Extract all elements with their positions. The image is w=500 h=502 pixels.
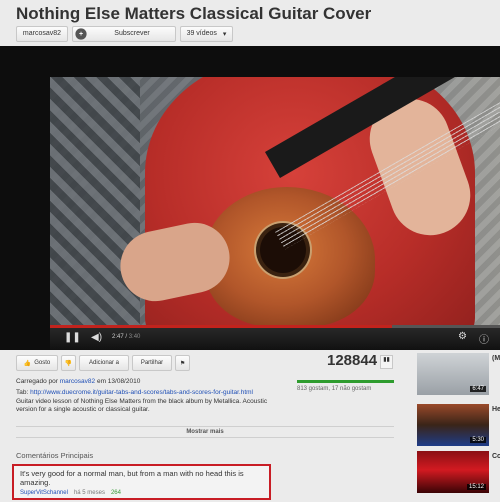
- show-more-button[interactable]: Mostrar mais: [16, 426, 394, 438]
- flag-button[interactable]: ⚑: [175, 355, 190, 371]
- current-time: 2:47: [112, 334, 124, 340]
- tab-line: Tab: http://www.duecrome.it/guitar-tabs-…: [16, 389, 286, 397]
- related-video-title[interactable]: Co Za: [492, 453, 500, 460]
- comment-text: It's very good for a normal man, but fro…: [20, 469, 244, 487]
- video-player[interactable]: [0, 46, 500, 350]
- share-button[interactable]: Partilhar: [132, 355, 172, 371]
- time-display: 2:47 / 3:40: [112, 334, 141, 340]
- flag-icon: ⚑: [179, 360, 186, 367]
- related-video-title[interactable]: He: [492, 406, 500, 413]
- comment-votes: 264: [110, 490, 121, 496]
- view-count: 128844: [327, 352, 378, 369]
- thumbs-up-icon: 👍: [23, 360, 32, 367]
- pause-icon[interactable]: ❚❚: [64, 332, 81, 343]
- uploader-link[interactable]: marcosav82: [60, 378, 95, 385]
- stats-icon[interactable]: ▮▮: [380, 355, 393, 369]
- thumbs-down-icon: 👎: [64, 360, 73, 367]
- duration-time: 3:40: [128, 334, 141, 340]
- comments-heading: Comentários Principais: [16, 451, 94, 460]
- video-description: Carregado por marcosav82 em 13/08/2010 T…: [16, 378, 286, 424]
- comment-meta: SuperVitSchannel há 5 meses 264: [20, 490, 263, 496]
- video-duration: 6:47: [470, 386, 486, 392]
- progress-fill: [50, 325, 392, 328]
- upload-date: em 13/08/2010: [96, 378, 141, 385]
- like-label: Gosto: [34, 360, 51, 366]
- comment-age: há 5 meses: [73, 490, 105, 496]
- info-icon[interactable]: ⓘ: [479, 331, 489, 346]
- upload-prefix: Carregado por: [16, 378, 58, 385]
- video-duration: 5:30: [470, 437, 486, 443]
- upload-info: Carregado por marcosav82 em 13/08/2010: [16, 378, 286, 386]
- video-title: Nothing Else Matters Classical Guitar Co…: [16, 4, 372, 23]
- plus-icon: +: [75, 27, 87, 40]
- volume-icon[interactable]: ◀): [91, 332, 102, 343]
- progress-bar[interactable]: [50, 325, 500, 328]
- add-to-label: Adicionar a: [88, 360, 120, 366]
- video-frame[interactable]: [50, 77, 500, 325]
- like-button[interactable]: 👍 Gosto: [16, 355, 58, 371]
- likes-text: 813 gostam, 17 não gostam: [297, 386, 372, 392]
- action-bar: 👍 Gosto 👎 Adicionar a Partilhar ⚑: [16, 355, 190, 371]
- subscribe-label: Subscrever: [114, 30, 150, 37]
- video-duration: 15:12: [466, 484, 486, 490]
- related-video-thumb[interactable]: 6:47: [417, 353, 489, 395]
- channel-videos-dropdown[interactable]: 39 vídeos ▾: [180, 25, 233, 42]
- gear-icon[interactable]: ⚙: [458, 331, 467, 342]
- channel-name-button[interactable]: marcosav82: [16, 25, 68, 42]
- channel-row: marcosav82 + Subscrever 39 vídeos ▾: [16, 25, 233, 42]
- videos-count: 39 vídeos: [186, 30, 217, 37]
- foam-wall: [50, 77, 140, 325]
- related-video-thumb[interactable]: 5:30: [417, 404, 489, 446]
- top-comment: It's very good for a normal man, but fro…: [12, 464, 271, 500]
- tab-label: Tab:: [16, 389, 29, 397]
- chevron-down-icon: ▾: [222, 30, 227, 38]
- share-label: Partilhar: [140, 360, 164, 366]
- like-ratio-bar: [297, 380, 394, 383]
- subscribe-button[interactable]: + Subscrever: [72, 25, 176, 42]
- related-video-title[interactable]: (M M: [492, 355, 500, 362]
- related-video-thumb[interactable]: 15:12: [417, 451, 489, 493]
- description-body: Guitar video lesson of Nothing Else Matt…: [16, 397, 268, 413]
- add-to-button[interactable]: Adicionar a: [79, 355, 129, 371]
- comment-author[interactable]: SuperVitSchannel: [20, 490, 68, 496]
- dislike-button[interactable]: 👎: [61, 355, 76, 371]
- tab-link[interactable]: http://www.duecrome.it/guitar-tabs-and-s…: [30, 389, 253, 396]
- youtube-watch-page: Nothing Else Matters Classical Guitar Co…: [0, 0, 500, 502]
